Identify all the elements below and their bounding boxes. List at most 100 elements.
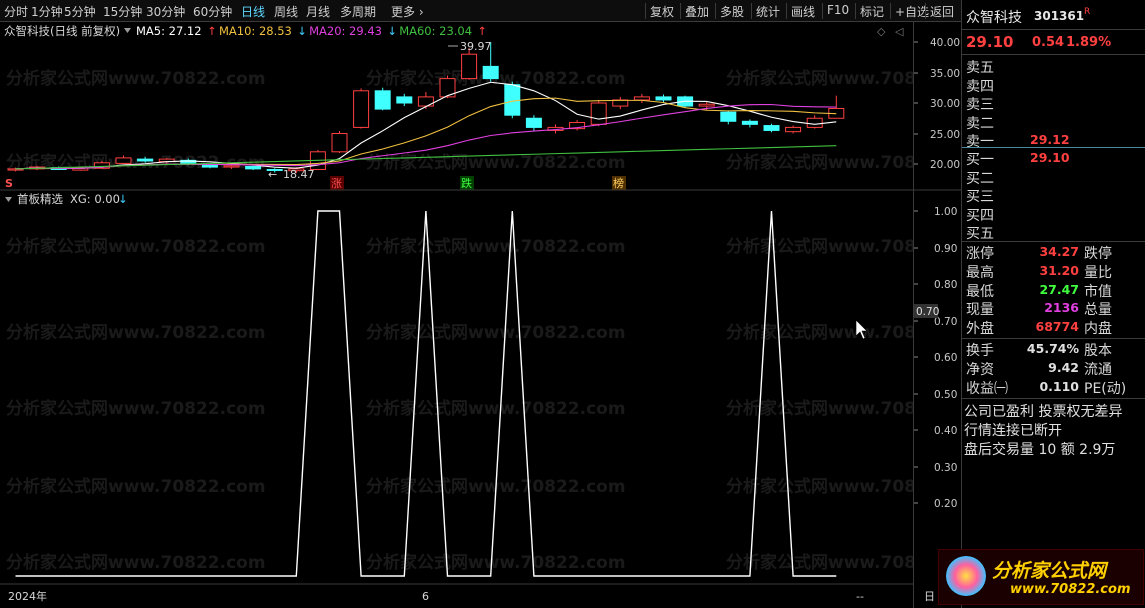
watermark-text: 分析家公式网www.70822.com — [6, 398, 266, 419]
price-change: 0.54 — [1032, 35, 1065, 50]
candle-body — [720, 111, 737, 122]
period-tab-6[interactable]: 日线 — [241, 3, 265, 20]
indicator-legend: XG: 0.00 — [70, 192, 120, 206]
stat-label-2: 最低 — [966, 283, 994, 300]
candle-body — [353, 90, 370, 128]
candle-body — [655, 96, 672, 101]
candle-body — [806, 117, 823, 128]
ma-legend-arrow-2: ↓ — [387, 24, 397, 38]
expand-icon: ◁ — [895, 25, 904, 38]
candle-body — [741, 120, 758, 125]
watermark-text: 分析家公式网www.70822.com — [726, 236, 913, 257]
chart-area[interactable]: 分析家公式网www.70822.com 分析家公式网www.70822.com 分析… — [0, 22, 986, 608]
last-price: 29.10 — [966, 33, 1014, 51]
period-tab-0[interactable]: 分时 — [4, 3, 28, 20]
divider-line — [962, 241, 1145, 242]
main-chart-title: 众智科技(日线 前复权) — [4, 24, 120, 38]
candle-body — [245, 165, 262, 170]
indicator-legend-arrow: ↓ — [118, 192, 128, 206]
stat2-value-2: 0.110 — [1039, 378, 1079, 394]
low-arrow: ← — [268, 168, 277, 181]
watermark-text: 分析家公式网www.70822.com — [366, 236, 626, 257]
tool-button-1[interactable]: 叠加 — [685, 3, 709, 20]
candle-body — [590, 102, 607, 125]
period-tab-10[interactable]: 更多 › — [391, 3, 424, 20]
tool-button-7[interactable]: +自选 — [895, 3, 929, 20]
toolbar-separator — [822, 3, 823, 19]
watermark-text: 分析家公式网www.70822.com — [6, 236, 266, 257]
tool-button-3[interactable]: 统计 — [756, 3, 780, 20]
divider-line — [962, 54, 1145, 55]
s-marker: S — [5, 177, 13, 190]
period-tab-2[interactable]: 5分钟 — [64, 3, 96, 20]
crosshair-value: 0.70 — [916, 306, 939, 318]
stat-label2-0: 跌停 — [1084, 246, 1112, 262]
ma-legend-arrow-0: ↑ — [207, 24, 217, 38]
candle-body — [504, 84, 521, 116]
stat2-value-0: 45.74% — [1026, 341, 1079, 356]
toolbar-separator — [680, 3, 681, 19]
period-tab-3[interactable]: 15分钟 — [103, 3, 142, 20]
price-change-pct: 1.89% — [1066, 35, 1112, 50]
price-tick-2: 30.00 — [930, 98, 960, 110]
tool-button-2[interactable]: 多股 — [720, 3, 744, 20]
toolbar-separator — [925, 3, 926, 19]
bid-ask-divider — [962, 147, 1145, 148]
info-note-0: 公司已盈利 投票权无差异 — [964, 404, 1123, 420]
ma-legend-arrow-1: ↓ — [297, 24, 307, 38]
candle-body — [115, 157, 132, 164]
x-axis-bar — [0, 584, 913, 608]
stat-label2-4: 内盘 — [1084, 321, 1112, 338]
price-tick-0: 40.00 — [930, 37, 960, 49]
candle-body — [482, 65, 499, 80]
legend-collapse-icon — [124, 28, 131, 33]
ma-legend-3: MA60: 23.04 — [399, 24, 472, 38]
ind-tick-7: 0.30 — [934, 462, 957, 474]
high-price-label: 39.97 — [460, 40, 492, 53]
toolbar-separator — [890, 3, 891, 19]
period-tab-9[interactable]: 多周期 — [340, 3, 376, 20]
tool-button-0[interactable]: 复权 — [650, 3, 674, 20]
stock-code-badge: R — [1084, 7, 1091, 17]
quote-panel: 众智科技 301361 R 29.10 0.54 1.89% 卖五 卖四 卖三 卖二 卖一 29.12… — [938, 0, 1145, 608]
candle-body — [223, 165, 240, 168]
divider-line — [962, 398, 1145, 399]
diamond-icon: ◇ — [877, 25, 886, 38]
stat2-label-0: 换手 — [966, 343, 994, 359]
tool-button-4[interactable]: 画线 — [791, 3, 815, 20]
stat-value-4: 68774 — [1035, 319, 1080, 335]
period-tab-7[interactable]: 周线 — [274, 3, 298, 20]
divider-line — [962, 338, 1145, 339]
watermark-text: 分析家公式网www.70822.com — [6, 476, 266, 497]
buy-price-0: 29.10 — [1030, 150, 1070, 165]
period-tab-1[interactable]: 1分钟 — [31, 3, 63, 20]
tool-button-8[interactable]: 返回 — [930, 3, 954, 20]
buy-label-3: 买四 — [966, 207, 994, 224]
toolbar-separator — [645, 3, 646, 19]
candle-body — [698, 103, 715, 107]
candle-body — [331, 133, 348, 153]
stat-value-2: 27.47 — [1039, 281, 1079, 297]
ind-tick-5: 0.50 — [934, 389, 957, 401]
watermark-text: 分析家公式网www.70822.com — [726, 152, 913, 173]
candle-body — [461, 53, 478, 80]
divider-line — [962, 29, 1145, 30]
watermark-text: 分析家公式网www.70822.com — [6, 552, 266, 573]
ma-legend-arrow-3: ↑ — [477, 24, 487, 38]
period-tab-4[interactable]: 30分钟 — [146, 3, 185, 20]
x-label-year: 2024年 — [8, 589, 47, 603]
watermark-text: 分析家公式网www.70822.com — [366, 322, 626, 343]
candle-body — [396, 96, 413, 104]
period-tab-5[interactable]: 60分钟 — [193, 3, 232, 20]
chart-canvas[interactable]: 分析家公式网www.70822.com 分析家公式网www.70822.com 分析… — [0, 22, 986, 608]
period-tab-8[interactable]: 月线 — [306, 3, 330, 20]
buy-label-4: 买五 — [966, 226, 994, 242]
tool-button-6[interactable]: 标记 — [860, 3, 884, 20]
watermark-text: 分析家公式网www.70822.com — [726, 398, 913, 419]
stat-label-3: 现量 — [966, 302, 994, 319]
tool-button-5[interactable]: F10 — [827, 3, 849, 17]
logo-url: www.70822.com — [1010, 582, 1131, 597]
stat2-value-1: 9.42 — [1048, 359, 1079, 375]
candle-body — [525, 117, 542, 128]
candle-body — [633, 96, 650, 101]
